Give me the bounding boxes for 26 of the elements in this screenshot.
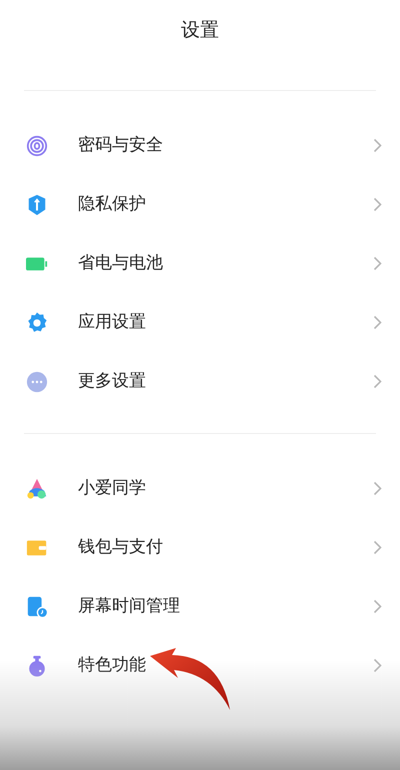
assistant-icon xyxy=(26,478,48,500)
settings-item[interactable]: 特色功能 xyxy=(0,636,400,695)
chevron-icon xyxy=(373,374,382,389)
chevron-icon xyxy=(373,658,382,673)
chevron-icon xyxy=(373,197,382,212)
shield-icon xyxy=(26,194,48,216)
settings-item[interactable]: 密码与安全 xyxy=(0,116,400,175)
settings-item[interactable]: 屏幕时间管理 xyxy=(0,577,400,636)
chevron-icon xyxy=(373,481,382,496)
chevron-icon xyxy=(373,315,382,330)
settings-item[interactable]: 钱包与支付 xyxy=(0,518,400,577)
page-title: 设置 xyxy=(180,18,220,43)
chevron-icon xyxy=(373,540,382,555)
chevron-icon xyxy=(373,138,382,153)
flask-icon xyxy=(26,654,48,676)
more-icon xyxy=(26,370,48,392)
gear-icon xyxy=(26,312,48,334)
settings-item[interactable]: 应用设置 xyxy=(0,293,400,352)
settings-item[interactable]: 省电与电池 xyxy=(0,234,400,293)
settings-item[interactable]: 更多设置 xyxy=(0,352,400,411)
phone-clock-icon xyxy=(26,596,48,618)
settings-item[interactable]: 隐私保护 xyxy=(0,175,400,234)
chevron-icon xyxy=(373,256,382,271)
settings-item[interactable]: 小爱同学 xyxy=(0,459,400,518)
fingerprint-icon xyxy=(26,134,48,156)
chevron-icon xyxy=(373,599,382,614)
